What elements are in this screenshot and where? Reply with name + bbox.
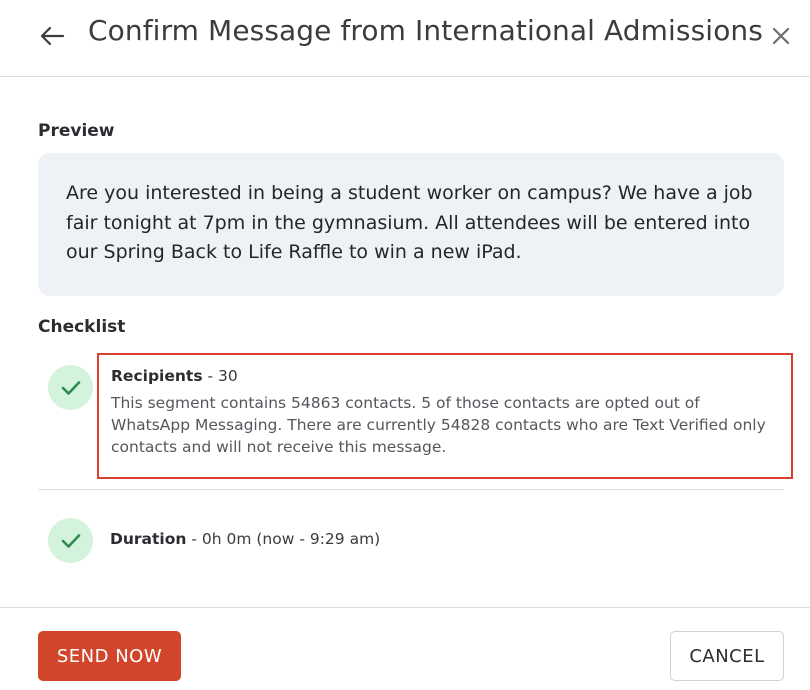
- checklist-label: Checklist: [38, 317, 126, 337]
- duration-value: - 0h 0m (now - 9:29 am): [186, 530, 381, 548]
- preview-message-text: Are you interested in being a student wo…: [66, 182, 753, 263]
- duration-title: Duration: [110, 530, 187, 548]
- recipients-count: - 30: [202, 367, 238, 385]
- recipients-description: This segment contains 54863 contacts. 5 …: [111, 394, 766, 456]
- close-button[interactable]: [766, 21, 796, 51]
- back-button[interactable]: [36, 20, 68, 52]
- recipients-status: [48, 365, 93, 410]
- footer-divider: [0, 607, 810, 608]
- dialog-header: Confirm Message from International Admis…: [0, 0, 810, 77]
- recipients-heading: Recipients - 30: [111, 367, 779, 385]
- preview-label: Preview: [38, 121, 115, 141]
- check-icon: [61, 380, 80, 395]
- close-icon: [772, 27, 790, 45]
- arrow-left-icon: [40, 26, 65, 46]
- cancel-button[interactable]: CANCEL: [670, 631, 784, 681]
- checklist-divider: [38, 489, 784, 490]
- duration-status: [48, 518, 93, 563]
- duration-checklist-item: Duration - 0h 0m (now - 9:29 am): [110, 530, 380, 548]
- send-now-button[interactable]: SEND NOW: [38, 631, 181, 681]
- recipients-checklist-item: Recipients - 30 This segment contains 54…: [97, 353, 793, 479]
- check-icon: [61, 533, 80, 548]
- dialog-title: Confirm Message from International Admis…: [88, 14, 763, 47]
- message-preview: Are you interested in being a student wo…: [38, 153, 784, 296]
- recipients-title: Recipients: [111, 367, 203, 385]
